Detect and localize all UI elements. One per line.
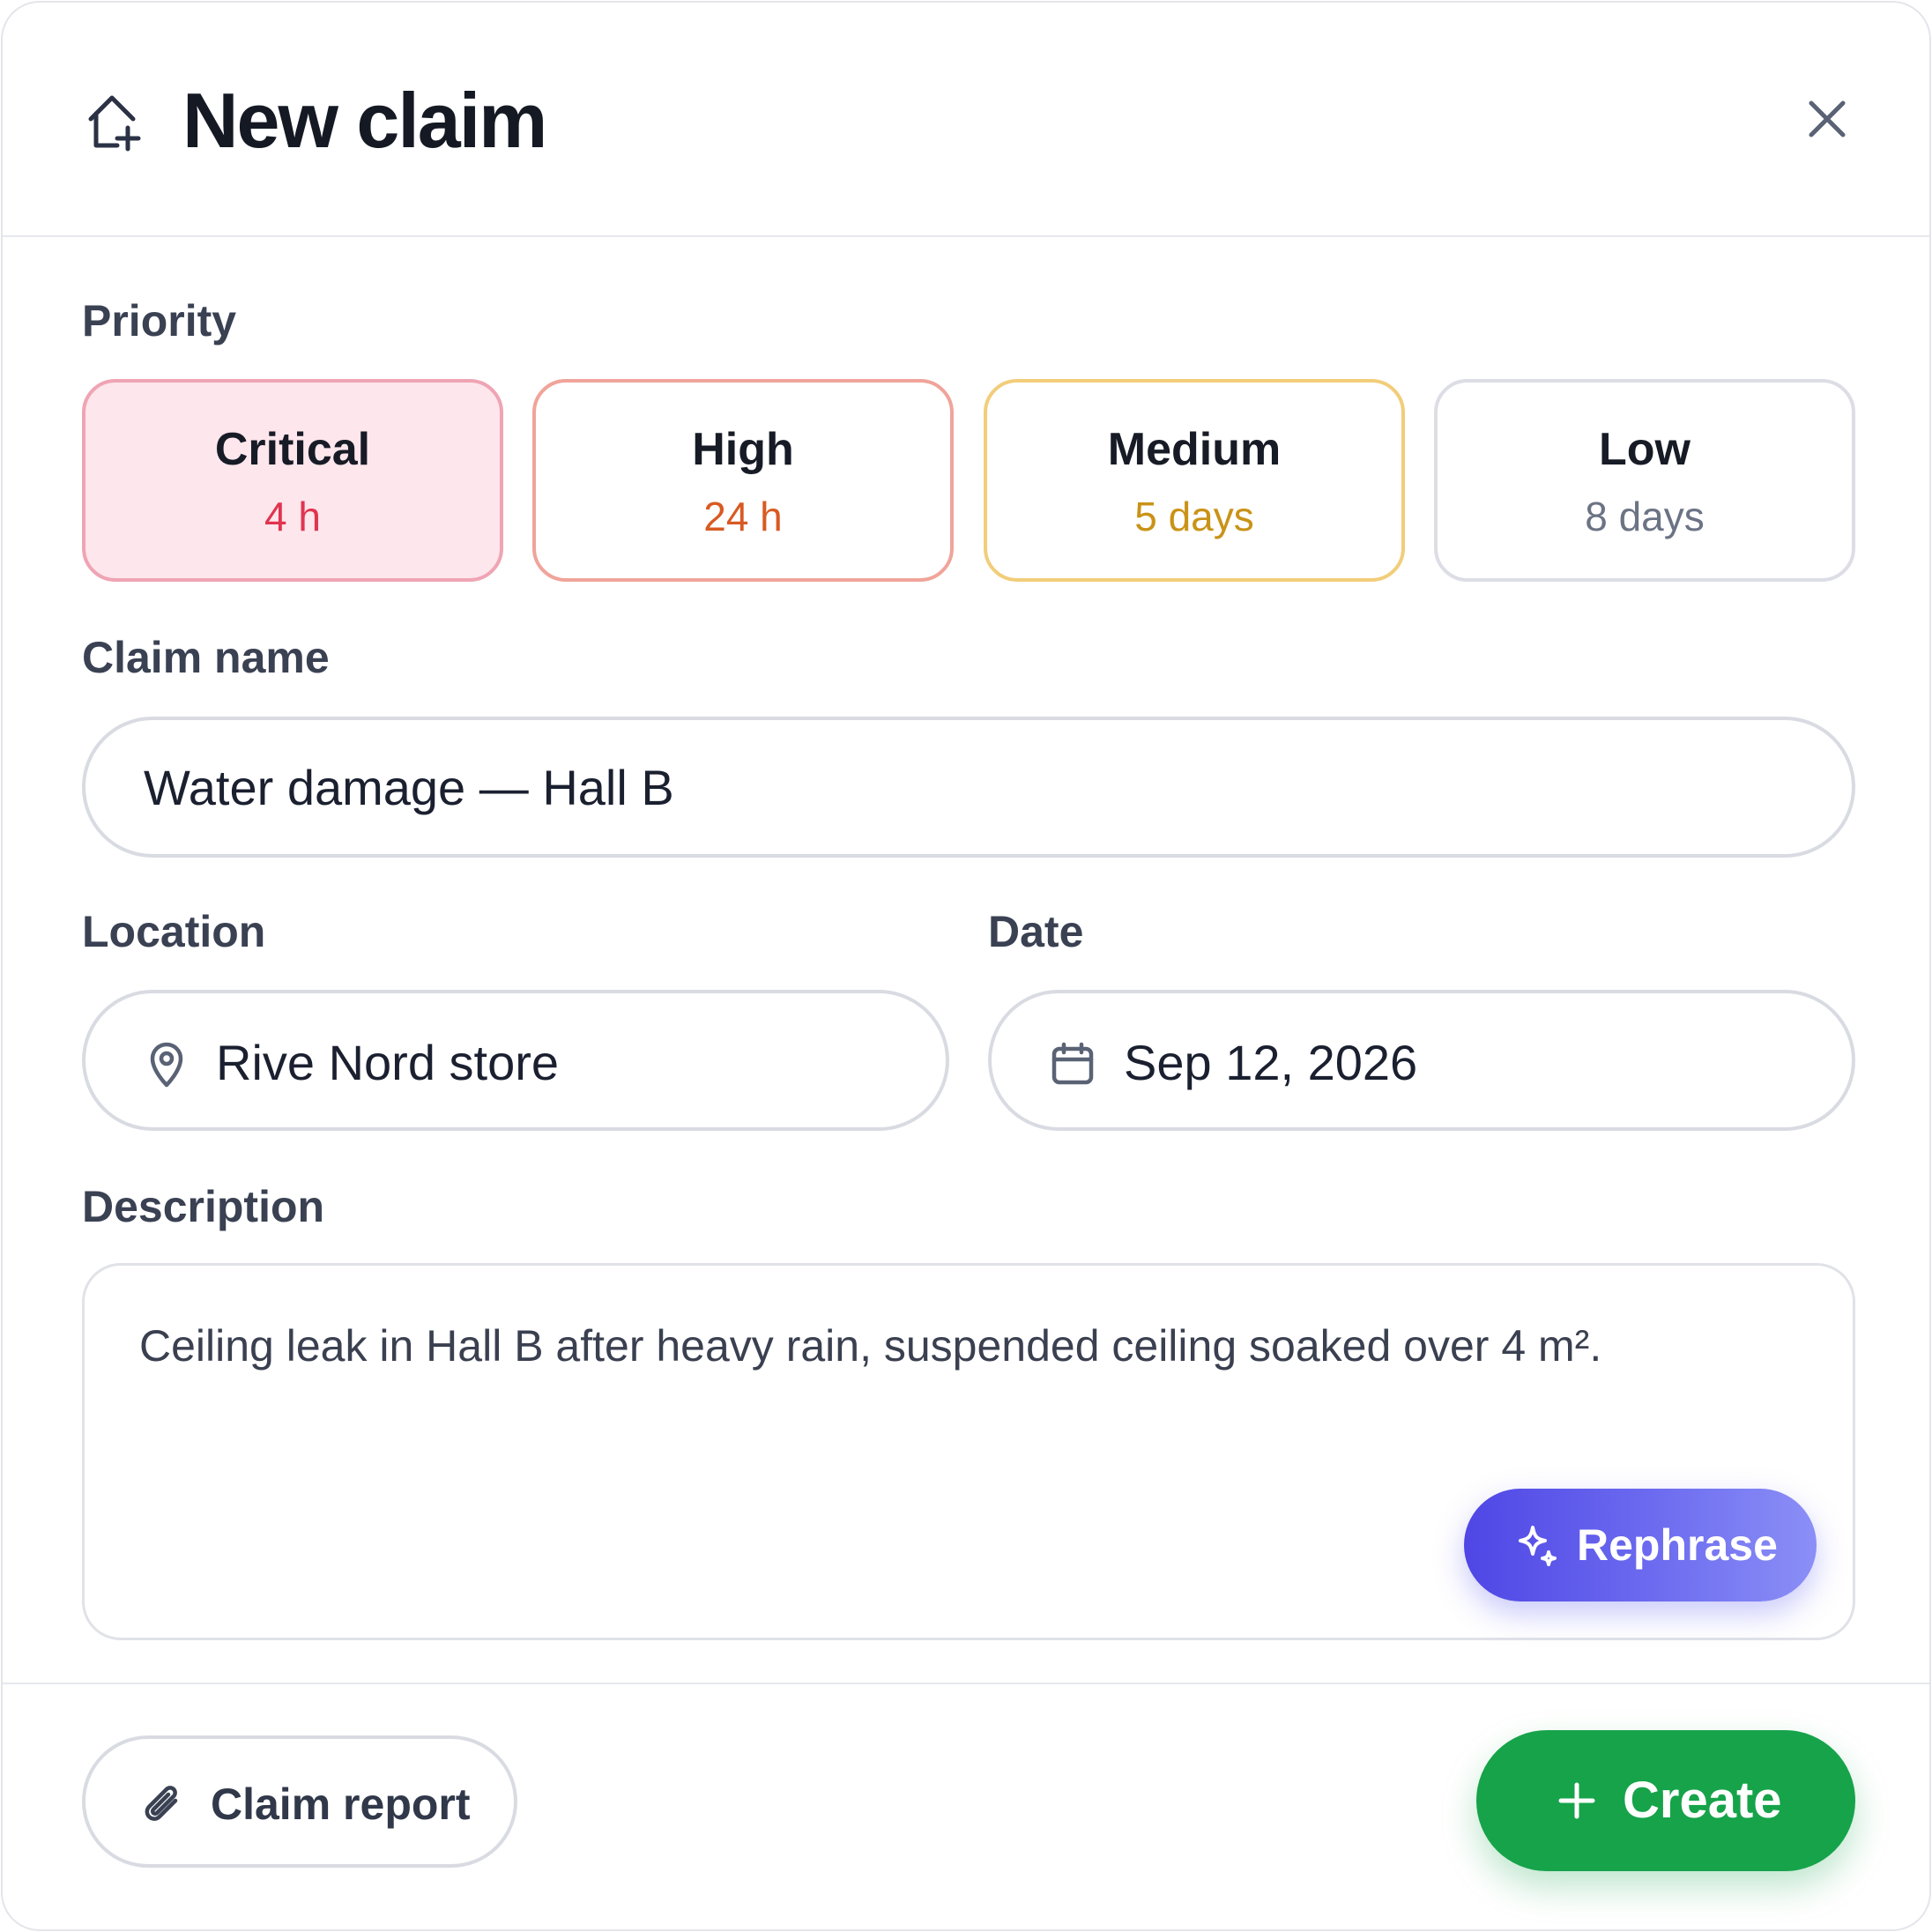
location-value: Rive Nord store [216, 1035, 560, 1090]
claim-name-label: Claim name [82, 633, 330, 682]
location-input[interactable]: Rive Nord store [82, 990, 949, 1131]
paperclip-icon [142, 1783, 184, 1827]
modal-title: New claim [182, 77, 547, 164]
modal-header: New claim [3, 3, 1929, 237]
attach-label: Claim report [211, 1780, 471, 1829]
map-pin-icon [145, 1039, 188, 1089]
priority-option-critical[interactable]: Critical 4 h [82, 379, 503, 582]
location-label: Location [82, 907, 266, 956]
priority-option-high[interactable]: High 24 h [532, 379, 954, 582]
priority-name: High [692, 424, 794, 475]
rephrase-label: Rephrase [1577, 1520, 1778, 1570]
priority-option-medium[interactable]: Medium 5 days [984, 379, 1405, 582]
calendar-icon [1050, 1041, 1096, 1087]
attach-claim-report-button[interactable]: Claim report [82, 1735, 517, 1868]
date-value: Sep 12, 2026 [1124, 1035, 1418, 1090]
priority-label: Priority [82, 296, 237, 346]
priority-option-low[interactable]: Low 8 days [1434, 379, 1855, 582]
description-label: Description [82, 1182, 325, 1231]
new-claim-modal: New claim Priority Critical 4 h High 24 … [1, 1, 1931, 1931]
priority-time: 4 h [264, 494, 321, 539]
priority-time: 5 days [1134, 494, 1254, 539]
house-plus-icon [84, 89, 151, 156]
create-label: Create [1623, 1772, 1782, 1829]
priority-time: 8 days [1585, 494, 1705, 539]
date-label: Date [988, 907, 1084, 956]
claim-name-input[interactable]: Water damage — Hall B [82, 717, 1855, 858]
rephrase-button[interactable]: Rephrase [1464, 1489, 1817, 1601]
description-value: Ceiling leak in Hall B after heavy rain,… [139, 1321, 1602, 1371]
plus-icon [1557, 1781, 1596, 1820]
close-icon [1806, 98, 1848, 145]
priority-name: Critical [214, 424, 371, 475]
date-input[interactable]: Sep 12, 2026 [988, 990, 1855, 1131]
close-button[interactable] [1797, 91, 1857, 151]
priority-time: 24 h [703, 494, 783, 539]
sparkles-icon [1517, 1524, 1559, 1568]
priority-name: Low [1599, 424, 1690, 475]
claim-name-value: Water damage — Hall B [144, 760, 674, 815]
priority-name: Medium [1107, 424, 1282, 475]
create-button[interactable]: Create [1476, 1730, 1855, 1871]
